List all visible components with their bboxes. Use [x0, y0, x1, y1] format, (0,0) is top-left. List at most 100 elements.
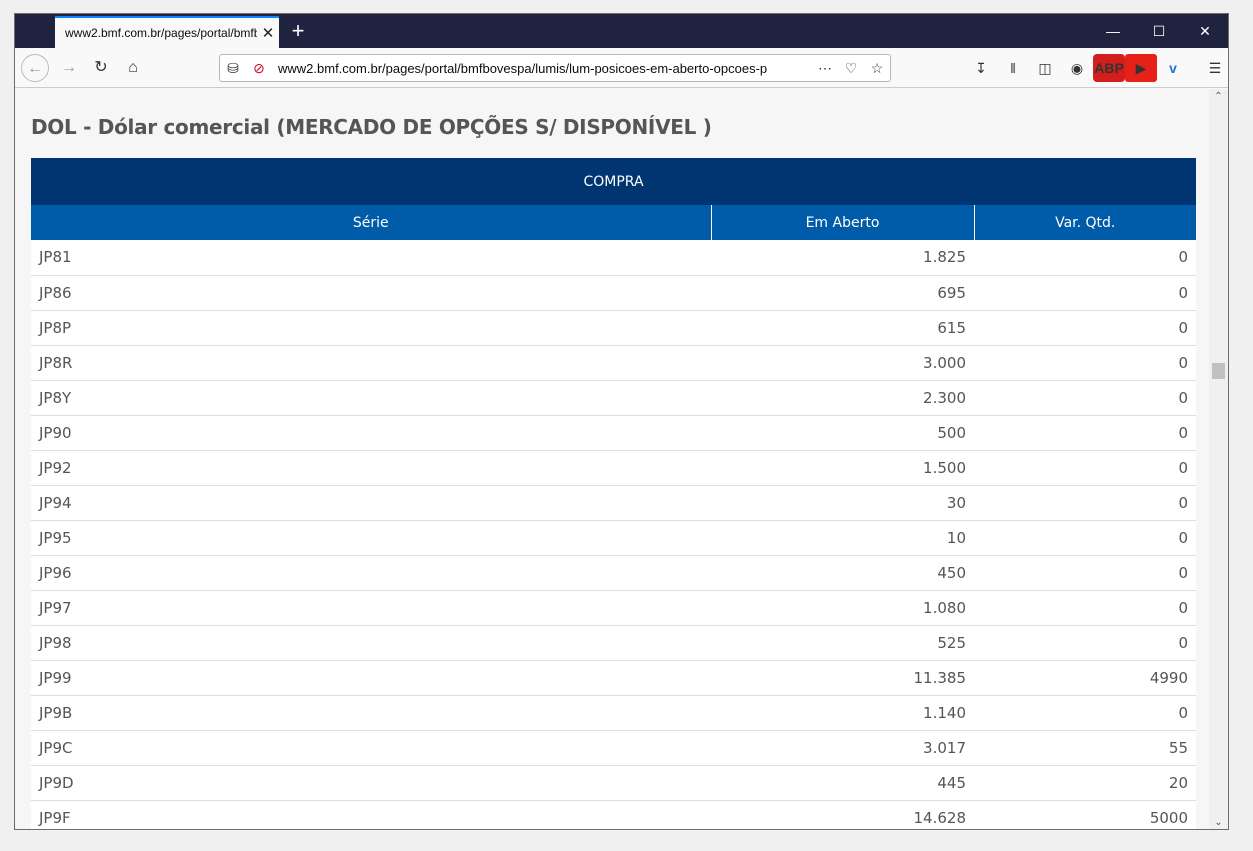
sidebar-icon[interactable]: ◫: [1029, 54, 1061, 82]
download-icon[interactable]: ↧: [965, 54, 997, 82]
table-group-header: COMPRA: [31, 158, 1196, 205]
serie-cell: JP92: [31, 450, 711, 486]
em-aberto-cell: 450: [711, 555, 974, 591]
table-row: JP95 10 0: [31, 520, 1196, 556]
var-qtd-cell: 5000: [974, 800, 1196, 829]
var-qtd-cell: 0: [974, 450, 1196, 486]
page-actions-icon[interactable]: ⋯: [812, 60, 838, 77]
em-aberto-cell: 1.825: [711, 240, 974, 276]
serie-cell: JP98: [31, 625, 711, 661]
em-aberto-cell: 500: [711, 415, 974, 451]
table-row: JP90 500 0: [31, 415, 1196, 451]
var-qtd-cell: 55: [974, 730, 1196, 766]
column-header-var-qtd: Var. Qtd.: [974, 205, 1196, 240]
var-qtd-cell: 0: [974, 590, 1196, 626]
table-row: JP9F 14.628 5000: [31, 800, 1196, 829]
tab-title: www2.bmf.com.br/pages/portal/bmfbovespa/…: [65, 26, 257, 40]
serie-cell: JP96: [31, 555, 711, 591]
serie-cell: JP8P: [31, 310, 711, 346]
nav-bar: ← → ↻ ⌂ ⛁ ⊘ www2.bmf.com.br/pages/portal…: [15, 48, 1228, 88]
serie-cell: JP94: [31, 485, 711, 521]
column-header-em-aberto: Em Aberto: [711, 205, 975, 240]
table-row: JP81 1.825 0: [31, 240, 1196, 276]
var-qtd-cell: 0: [974, 520, 1196, 556]
var-qtd-cell: 4990: [974, 660, 1196, 696]
insecure-lock-icon[interactable]: ⊘: [246, 60, 272, 77]
table-row: JP9C 3.017 55: [31, 730, 1196, 766]
serie-cell: JP8Y: [31, 380, 711, 416]
scroll-down-icon[interactable]: ⌄: [1209, 815, 1228, 829]
library-icon[interactable]: ‖: [997, 54, 1029, 82]
var-qtd-cell: 0: [974, 345, 1196, 381]
table-row: JP98 525 0: [31, 625, 1196, 661]
em-aberto-cell: 1.080: [711, 590, 974, 626]
maximize-icon[interactable]: ☐: [1136, 14, 1182, 48]
table-row: JP9D 445 20: [31, 765, 1196, 801]
bookmark-star-icon[interactable]: ☆: [864, 60, 890, 77]
close-window-icon[interactable]: ✕: [1182, 14, 1228, 48]
table-row: JP99 11.385 4990: [31, 660, 1196, 696]
table-row: JP86 695 0: [31, 275, 1196, 311]
var-qtd-cell: 0: [974, 415, 1196, 451]
active-tab[interactable]: www2.bmf.com.br/pages/portal/bmfbovespa/…: [55, 16, 279, 48]
em-aberto-cell: 695: [711, 275, 974, 311]
back-icon[interactable]: ←: [21, 54, 49, 82]
pocket-icon[interactable]: ♡: [838, 60, 864, 77]
vimeo-extension-icon[interactable]: v: [1157, 54, 1189, 82]
window-controls: — ☐ ✕: [1090, 14, 1228, 48]
em-aberto-cell: 3.000: [711, 345, 974, 381]
minimize-icon[interactable]: —: [1090, 14, 1136, 48]
var-qtd-cell: 0: [974, 380, 1196, 416]
new-tab-icon[interactable]: +: [285, 18, 311, 44]
var-qtd-cell: 0: [974, 695, 1196, 731]
em-aberto-cell: 30: [711, 485, 974, 521]
tab-bar: www2.bmf.com.br/pages/portal/bmfbovespa/…: [15, 14, 1228, 48]
serie-cell: JP90: [31, 415, 711, 451]
scroll-up-icon[interactable]: ⌃: [1209, 89, 1228, 105]
table-row: JP92 1.500 0: [31, 450, 1196, 486]
shield-icon[interactable]: ⛁: [220, 60, 246, 77]
serie-cell: JP9D: [31, 765, 711, 801]
var-qtd-cell: 0: [974, 555, 1196, 591]
serie-cell: JP86: [31, 275, 711, 311]
table-row: JP9B 1.140 0: [31, 695, 1196, 731]
youtube-extension-icon[interactable]: ▶: [1125, 54, 1157, 82]
em-aberto-cell: 615: [711, 310, 974, 346]
page-content: DOL - Dólar comercial (MERCADO DE OPÇÕES…: [15, 89, 1211, 829]
serie-cell: JP97: [31, 590, 711, 626]
serie-cell: JP9C: [31, 730, 711, 766]
vertical-scrollbar[interactable]: ⌃ ⌄: [1209, 89, 1228, 829]
toolbar-icons: ↧ ‖ ◫ ◉ ABP ▶ v ☰: [965, 54, 1228, 82]
reload-icon[interactable]: ↻: [87, 54, 115, 82]
table-row: JP8R 3.000 0: [31, 345, 1196, 381]
url-bar[interactable]: ⛁ ⊘ www2.bmf.com.br/pages/portal/bmfbove…: [219, 54, 891, 82]
em-aberto-cell: 525: [711, 625, 974, 661]
url-text[interactable]: www2.bmf.com.br/pages/portal/bmfbovespa/…: [272, 61, 812, 76]
serie-cell: JP9B: [31, 695, 711, 731]
browser-window: www2.bmf.com.br/pages/portal/bmfbovespa/…: [14, 13, 1229, 830]
home-icon[interactable]: ⌂: [119, 54, 147, 82]
adblock-icon[interactable]: ABP: [1093, 54, 1125, 82]
em-aberto-cell: 14.628: [711, 800, 974, 829]
table-row: JP97 1.080 0: [31, 590, 1196, 626]
var-qtd-cell: 0: [974, 275, 1196, 311]
scrollbar-thumb[interactable]: [1212, 363, 1225, 379]
column-header-serie: Série: [31, 205, 712, 240]
var-qtd-cell: 0: [974, 240, 1196, 276]
var-qtd-cell: 0: [974, 625, 1196, 661]
menu-icon[interactable]: ☰: [1199, 54, 1228, 82]
positions-table: COMPRA Série Em Aberto Var. Qtd. JP81 1.8…: [31, 158, 1196, 829]
close-tab-icon[interactable]: ✕: [257, 24, 279, 42]
serie-cell: JP9F: [31, 800, 711, 829]
table-row: JP8Y 2.300 0: [31, 380, 1196, 416]
table-row: JP94 30 0: [31, 485, 1196, 521]
serie-cell: JP8R: [31, 345, 711, 381]
account-icon[interactable]: ◉: [1061, 54, 1093, 82]
em-aberto-cell: 3.017: [711, 730, 974, 766]
em-aberto-cell: 2.300: [711, 380, 974, 416]
serie-cell: JP81: [31, 240, 711, 276]
table-row: JP96 450 0: [31, 555, 1196, 591]
table-row: JP8P 615 0: [31, 310, 1196, 346]
var-qtd-cell: 20: [974, 765, 1196, 801]
forward-icon[interactable]: →: [55, 54, 83, 82]
